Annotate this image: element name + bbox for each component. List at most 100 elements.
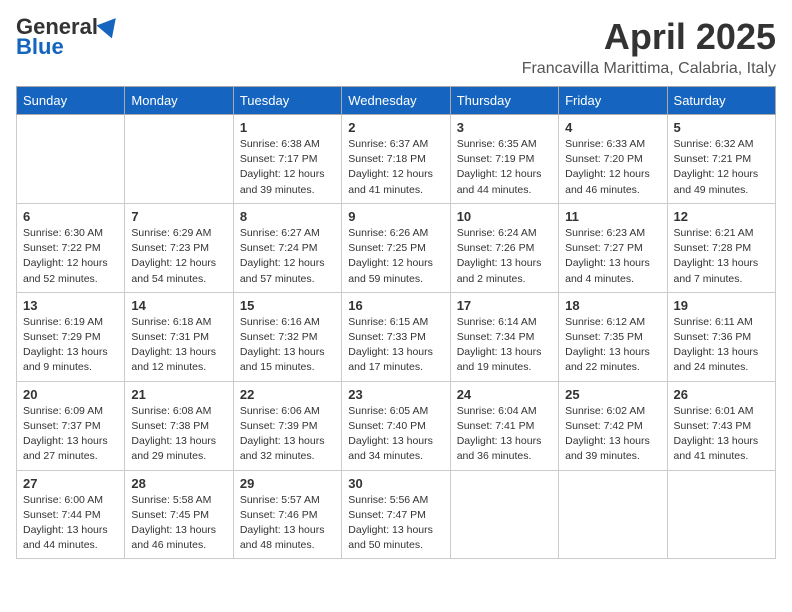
calendar-cell: 11 Sunrise: 6:23 AMSunset: 7:27 PMDayligh… xyxy=(559,203,667,292)
calendar-cell: 26 Sunrise: 6:01 AMSunset: 7:43 PMDayligh… xyxy=(667,381,775,470)
day-detail: Sunrise: 5:57 AMSunset: 7:46 PMDaylight:… xyxy=(240,493,335,554)
calendar-cell: 23 Sunrise: 6:05 AMSunset: 7:40 PMDayligh… xyxy=(342,381,450,470)
calendar-cell: 19 Sunrise: 6:11 AMSunset: 7:36 PMDayligh… xyxy=(667,292,775,381)
calendar-cell xyxy=(125,115,233,204)
calendar-cell: 16 Sunrise: 6:15 AMSunset: 7:33 PMDayligh… xyxy=(342,292,450,381)
calendar-cell: 15 Sunrise: 6:16 AMSunset: 7:32 PMDayligh… xyxy=(233,292,341,381)
day-number: 22 xyxy=(240,387,335,402)
title-block: April 2025 Francavilla Marittima, Calabr… xyxy=(522,16,776,78)
day-number: 5 xyxy=(674,120,769,135)
calendar-cell: 27 Sunrise: 6:00 AMSunset: 7:44 PMDayligh… xyxy=(17,470,125,559)
day-detail: Sunrise: 6:05 AMSunset: 7:40 PMDaylight:… xyxy=(348,404,443,465)
day-number: 12 xyxy=(674,209,769,224)
page-header: General Blue April 2025 Francavilla Mari… xyxy=(16,16,776,78)
day-detail: Sunrise: 6:00 AMSunset: 7:44 PMDaylight:… xyxy=(23,493,118,554)
calendar-cell xyxy=(17,115,125,204)
calendar-cell: 4 Sunrise: 6:33 AMSunset: 7:20 PMDaylight… xyxy=(559,115,667,204)
day-detail: Sunrise: 5:56 AMSunset: 7:47 PMDaylight:… xyxy=(348,493,443,554)
calendar-table: SundayMondayTuesdayWednesdayThursdayFrid… xyxy=(16,86,776,559)
day-number: 8 xyxy=(240,209,335,224)
week-row-5: 27 Sunrise: 6:00 AMSunset: 7:44 PMDayligh… xyxy=(17,470,776,559)
day-number: 4 xyxy=(565,120,660,135)
day-detail: Sunrise: 6:02 AMSunset: 7:42 PMDaylight:… xyxy=(565,404,660,465)
column-header-wednesday: Wednesday xyxy=(342,87,450,115)
day-number: 23 xyxy=(348,387,443,402)
calendar-cell xyxy=(450,470,558,559)
column-header-friday: Friday xyxy=(559,87,667,115)
day-detail: Sunrise: 6:11 AMSunset: 7:36 PMDaylight:… xyxy=(674,315,769,376)
day-number: 2 xyxy=(348,120,443,135)
day-detail: Sunrise: 6:15 AMSunset: 7:33 PMDaylight:… xyxy=(348,315,443,376)
day-number: 29 xyxy=(240,476,335,491)
column-header-tuesday: Tuesday xyxy=(233,87,341,115)
day-detail: Sunrise: 6:24 AMSunset: 7:26 PMDaylight:… xyxy=(457,226,552,287)
day-detail: Sunrise: 6:32 AMSunset: 7:21 PMDaylight:… xyxy=(674,137,769,198)
day-number: 30 xyxy=(348,476,443,491)
calendar-cell: 20 Sunrise: 6:09 AMSunset: 7:37 PMDayligh… xyxy=(17,381,125,470)
day-detail: Sunrise: 6:27 AMSunset: 7:24 PMDaylight:… xyxy=(240,226,335,287)
calendar-cell: 25 Sunrise: 6:02 AMSunset: 7:42 PMDayligh… xyxy=(559,381,667,470)
logo-blue-text: Blue xyxy=(16,34,64,60)
day-number: 9 xyxy=(348,209,443,224)
calendar-cell: 1 Sunrise: 6:38 AMSunset: 7:17 PMDaylight… xyxy=(233,115,341,204)
calendar-cell: 24 Sunrise: 6:04 AMSunset: 7:41 PMDayligh… xyxy=(450,381,558,470)
column-header-thursday: Thursday xyxy=(450,87,558,115)
day-number: 13 xyxy=(23,298,118,313)
calendar-cell: 17 Sunrise: 6:14 AMSunset: 7:34 PMDayligh… xyxy=(450,292,558,381)
day-number: 21 xyxy=(131,387,226,402)
day-detail: Sunrise: 6:26 AMSunset: 7:25 PMDaylight:… xyxy=(348,226,443,287)
calendar-cell: 13 Sunrise: 6:19 AMSunset: 7:29 PMDayligh… xyxy=(17,292,125,381)
day-number: 17 xyxy=(457,298,552,313)
day-number: 28 xyxy=(131,476,226,491)
day-number: 3 xyxy=(457,120,552,135)
day-number: 10 xyxy=(457,209,552,224)
day-number: 15 xyxy=(240,298,335,313)
day-detail: Sunrise: 6:33 AMSunset: 7:20 PMDaylight:… xyxy=(565,137,660,198)
calendar-cell: 6 Sunrise: 6:30 AMSunset: 7:22 PMDaylight… xyxy=(17,203,125,292)
day-number: 24 xyxy=(457,387,552,402)
week-row-4: 20 Sunrise: 6:09 AMSunset: 7:37 PMDayligh… xyxy=(17,381,776,470)
calendar-cell: 14Sunrise: 6:18 AMSunset: 7:31 PMDayligh… xyxy=(125,292,233,381)
day-detail: Sunrise: 6:21 AMSunset: 7:28 PMDaylight:… xyxy=(674,226,769,287)
day-number: 1 xyxy=(240,120,335,135)
calendar-cell: 8 Sunrise: 6:27 AMSunset: 7:24 PMDaylight… xyxy=(233,203,341,292)
calendar-cell: 7 Sunrise: 6:29 AMSunset: 7:23 PMDaylight… xyxy=(125,203,233,292)
day-detail: Sunrise: 6:30 AMSunset: 7:22 PMDaylight:… xyxy=(23,226,118,287)
day-detail: Sunrise: 6:14 AMSunset: 7:34 PMDaylight:… xyxy=(457,315,552,376)
day-number: 7 xyxy=(131,209,226,224)
calendar-cell: 12 Sunrise: 6:21 AMSunset: 7:28 PMDayligh… xyxy=(667,203,775,292)
column-header-saturday: Saturday xyxy=(667,87,775,115)
calendar-cell: 22Sunrise: 6:06 AMSunset: 7:39 PMDayligh… xyxy=(233,381,341,470)
day-detail: Sunrise: 6:38 AMSunset: 7:17 PMDaylight:… xyxy=(240,137,335,198)
day-detail: Sunrise: 6:09 AMSunset: 7:37 PMDaylight:… xyxy=(23,404,118,465)
day-number: 26 xyxy=(674,387,769,402)
day-detail: Sunrise: 6:19 AMSunset: 7:29 PMDaylight:… xyxy=(23,315,118,376)
day-detail: Sunrise: 6:08 AMSunset: 7:38 PMDaylight:… xyxy=(131,404,226,465)
calendar-cell: 28 Sunrise: 5:58 AMSunset: 7:45 PMDayligh… xyxy=(125,470,233,559)
day-detail: Sunrise: 6:35 AMSunset: 7:19 PMDaylight:… xyxy=(457,137,552,198)
calendar-cell: 18Sunrise: 6:12 AMSunset: 7:35 PMDayligh… xyxy=(559,292,667,381)
day-detail: Sunrise: 6:37 AMSunset: 7:18 PMDaylight:… xyxy=(348,137,443,198)
day-detail: Sunrise: 6:01 AMSunset: 7:43 PMDaylight:… xyxy=(674,404,769,465)
day-number: 11 xyxy=(565,209,660,224)
calendar-cell xyxy=(559,470,667,559)
day-detail: Sunrise: 6:23 AMSunset: 7:27 PMDaylight:… xyxy=(565,226,660,287)
calendar-cell xyxy=(667,470,775,559)
day-number: 27 xyxy=(23,476,118,491)
day-detail: Sunrise: 6:04 AMSunset: 7:41 PMDaylight:… xyxy=(457,404,552,465)
day-number: 19 xyxy=(674,298,769,313)
day-detail: Sunrise: 6:29 AMSunset: 7:23 PMDaylight:… xyxy=(131,226,226,287)
day-number: 14 xyxy=(131,298,226,313)
calendar-cell: 21 Sunrise: 6:08 AMSunset: 7:38 PMDayligh… xyxy=(125,381,233,470)
week-row-2: 6 Sunrise: 6:30 AMSunset: 7:22 PMDaylight… xyxy=(17,203,776,292)
calendar-cell: 2 Sunrise: 6:37 AMSunset: 7:18 PMDaylight… xyxy=(342,115,450,204)
day-detail: Sunrise: 6:12 AMSunset: 7:35 PMDaylight:… xyxy=(565,315,660,376)
day-number: 16 xyxy=(348,298,443,313)
day-detail: Sunrise: 5:58 AMSunset: 7:45 PMDaylight:… xyxy=(131,493,226,554)
day-number: 6 xyxy=(23,209,118,224)
week-row-1: 1 Sunrise: 6:38 AMSunset: 7:17 PMDaylight… xyxy=(17,115,776,204)
day-detail: Sunrise: 6:16 AMSunset: 7:32 PMDaylight:… xyxy=(240,315,335,376)
calendar-cell: 30 Sunrise: 5:56 AMSunset: 7:47 PMDayligh… xyxy=(342,470,450,559)
day-number: 25 xyxy=(565,387,660,402)
day-number: 20 xyxy=(23,387,118,402)
